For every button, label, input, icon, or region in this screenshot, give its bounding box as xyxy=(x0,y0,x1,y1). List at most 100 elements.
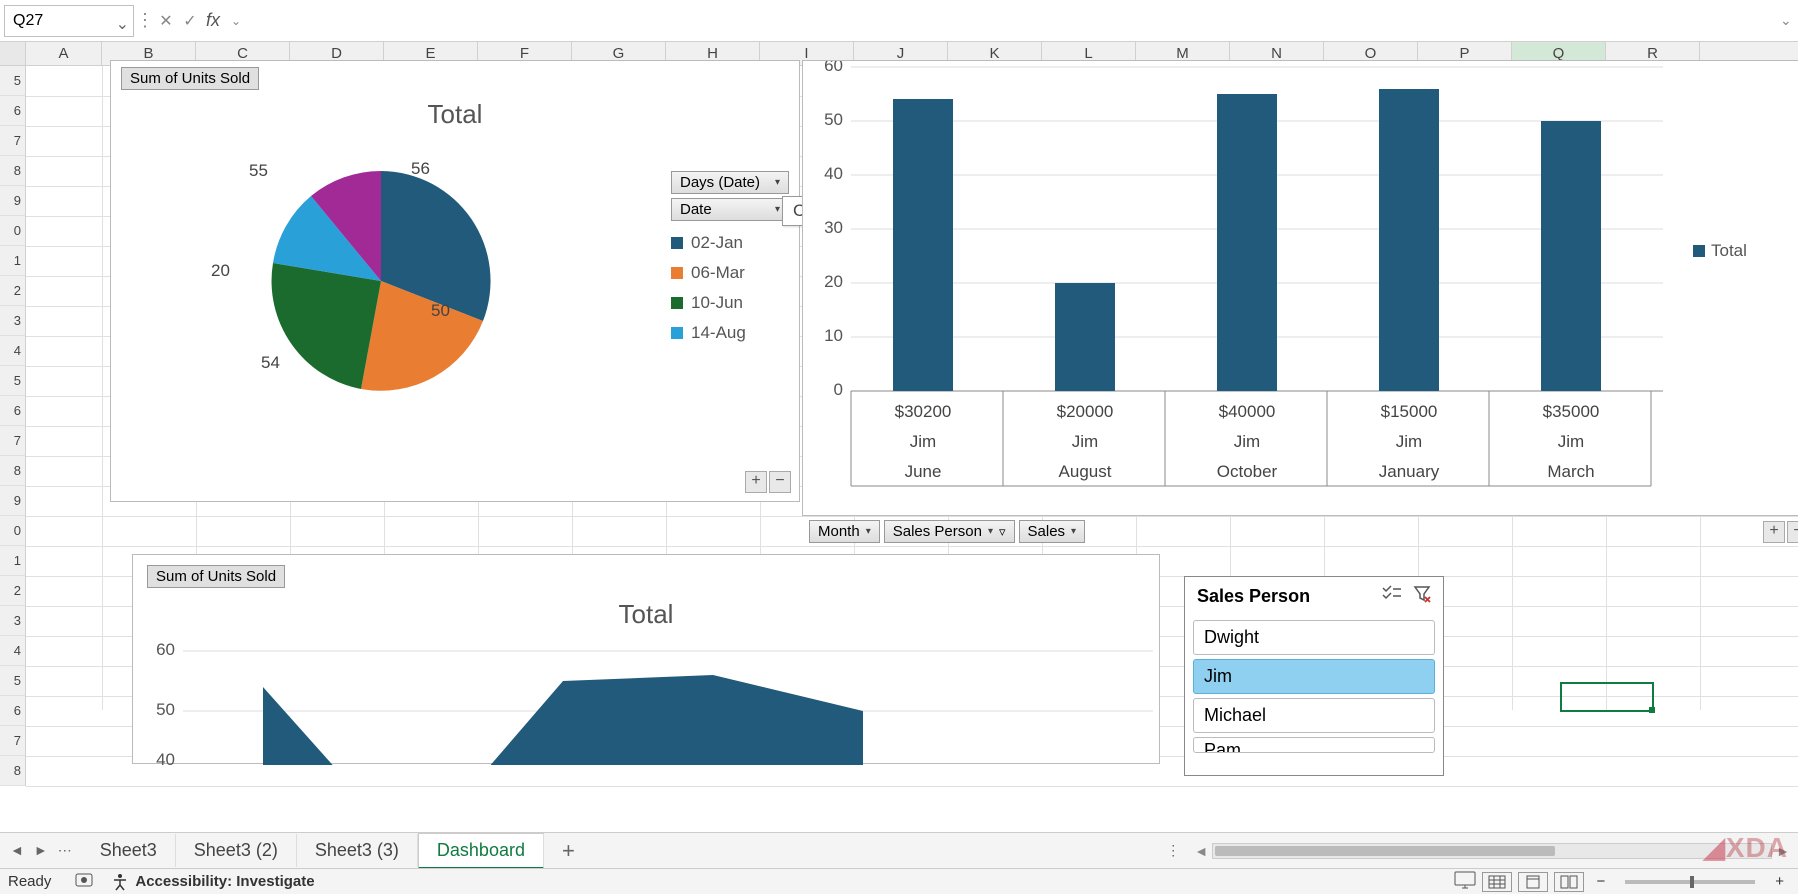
data-label: 55 xyxy=(249,161,268,181)
name-box[interactable]: Q27 ⌄ xyxy=(4,5,134,37)
filter-icon: ▿ xyxy=(999,524,1006,540)
pivot-field-button[interactable]: Sum of Units Sold xyxy=(147,565,285,588)
fx-label[interactable]: fx xyxy=(206,10,220,31)
svg-text:50: 50 xyxy=(156,700,175,719)
row-header[interactable]: 5 xyxy=(0,366,26,396)
days-filter-button[interactable]: Days (Date)▾ xyxy=(671,171,789,194)
pivot-field-button[interactable]: Sum of Units Sold xyxy=(121,67,259,90)
chevron-down-icon: ▾ xyxy=(988,526,993,537)
fill-handle[interactable] xyxy=(1649,707,1655,713)
more-sheets-icon[interactable]: ⋯ xyxy=(58,842,72,859)
row-header[interactable]: 3 xyxy=(0,606,26,636)
row-header[interactable]: 1 xyxy=(0,246,26,276)
page-break-view-button[interactable] xyxy=(1554,872,1584,892)
sheet-tab[interactable]: Dashboard xyxy=(418,833,544,869)
bar-plot: 60 50 40 30 20 10 0 xyxy=(803,61,1798,517)
slicer-item[interactable]: Michael xyxy=(1193,698,1435,733)
legend-entry: 02-Jan xyxy=(671,233,789,253)
sheet-tab-options-icon[interactable]: ⋮ xyxy=(1156,842,1190,859)
row-header[interactable]: 4 xyxy=(0,336,26,366)
zoom-slider[interactable] xyxy=(1625,880,1755,884)
date-filter-button[interactable]: Date▾ xyxy=(671,198,789,221)
svg-text:October: October xyxy=(1217,462,1278,481)
sales-filter-button[interactable]: Sales▾ xyxy=(1019,520,1086,543)
horizontal-scrollbar[interactable] xyxy=(1212,843,1772,859)
row-header[interactable]: 9 xyxy=(0,486,26,516)
zoom-out-button[interactable]: − xyxy=(1590,873,1611,890)
pie-legend: 02-Jan 06-Mar 10-Jun 14-Aug xyxy=(671,233,789,343)
clear-filter-icon[interactable] xyxy=(1413,585,1431,608)
row-header[interactable]: 1 xyxy=(0,546,26,576)
sheet-tab[interactable]: Sheet3 (2) xyxy=(176,834,297,867)
watermark-logo: ◢XDA xyxy=(1703,831,1788,864)
selected-cell[interactable] xyxy=(1560,682,1654,712)
month-filter-button[interactable]: Month▾ xyxy=(809,520,880,543)
svg-text:Jim: Jim xyxy=(1072,432,1098,451)
slicer-sales-person[interactable]: Sales Person Dwight Jim Michael Pam xyxy=(1184,576,1444,776)
slicer-item[interactable]: Pam xyxy=(1193,737,1435,753)
accessibility-status[interactable]: Accessibility: Investigate xyxy=(111,873,314,891)
pivot-pie-chart[interactable]: Sum of Units Sold Total 56 50 54 20 55 D… xyxy=(110,60,800,502)
legend-swatch xyxy=(671,327,683,339)
row-header[interactable]: 5 xyxy=(0,66,26,96)
row-header[interactable]: 8 xyxy=(0,456,26,486)
pivot-area-chart[interactable]: Sum of Units Sold Total 60 50 40 xyxy=(132,554,1160,764)
collapse-button[interactable]: − xyxy=(769,471,791,493)
sheet-nav: ◄ ► ⋯ xyxy=(0,842,82,859)
row-header[interactable]: 7 xyxy=(0,726,26,756)
row-header[interactable]: 8 xyxy=(0,156,26,186)
row-header[interactable]: 0 xyxy=(0,216,26,246)
row-header[interactable]: 6 xyxy=(0,696,26,726)
row-header[interactable]: 0 xyxy=(0,516,26,546)
prev-sheet-icon[interactable]: ◄ xyxy=(10,842,24,859)
slicer-item[interactable]: Jim xyxy=(1193,659,1435,694)
confirm-icon[interactable]: ✓ xyxy=(178,9,202,33)
scroll-left-icon[interactable]: ◄ xyxy=(1194,843,1208,859)
chevron-down-icon[interactable]: ⌄ xyxy=(116,14,129,34)
normal-view-button[interactable] xyxy=(1482,872,1512,892)
row-header[interactable]: 6 xyxy=(0,96,26,126)
bar-legend-label: Total xyxy=(1711,241,1747,260)
svg-text:40: 40 xyxy=(824,164,843,183)
sheet-tab[interactable]: Sheet3 (3) xyxy=(297,834,418,867)
add-sheet-button[interactable]: + xyxy=(544,838,593,864)
svg-text:March: March xyxy=(1547,462,1594,481)
svg-text:40: 40 xyxy=(156,750,175,765)
zoom-in-button[interactable]: + xyxy=(1769,873,1790,890)
page-layout-view-button[interactable] xyxy=(1518,872,1548,892)
row-header[interactable]: 7 xyxy=(0,426,26,456)
cancel-icon[interactable]: ✕ xyxy=(154,9,178,33)
expand-button[interactable]: + xyxy=(1763,521,1785,543)
row-header[interactable]: 5 xyxy=(0,666,26,696)
formula-input[interactable] xyxy=(248,5,1780,37)
row-header[interactable]: 2 xyxy=(0,276,26,306)
row-header[interactable]: 7 xyxy=(0,126,26,156)
svg-text:$35000: $35000 xyxy=(1543,402,1600,421)
salesperson-filter-button[interactable]: Sales Person▾▿ xyxy=(884,520,1015,543)
row-header[interactable]: 3 xyxy=(0,306,26,336)
multiselect-icon[interactable] xyxy=(1381,585,1401,608)
row-header[interactable]: 6 xyxy=(0,396,26,426)
zoom-thumb[interactable] xyxy=(1690,876,1694,888)
legend-swatch xyxy=(671,237,683,249)
sheet-tab[interactable]: Sheet3 xyxy=(82,834,176,867)
row-header[interactable]: 2 xyxy=(0,576,26,606)
grid-content[interactable]: Sum of Units Sold Total 56 50 54 20 55 D… xyxy=(26,66,1798,710)
column-header[interactable]: A xyxy=(26,42,102,65)
slicer-item[interactable]: Dwight xyxy=(1193,620,1435,655)
select-all-corner[interactable] xyxy=(0,42,26,65)
svg-text:10: 10 xyxy=(824,326,843,345)
row-header[interactable]: 8 xyxy=(0,756,26,786)
divider: ⋮ xyxy=(136,10,152,31)
row-header[interactable]: 9 xyxy=(0,186,26,216)
pivot-bar-chart[interactable]: 60 50 40 30 20 10 0 xyxy=(802,60,1798,516)
display-settings-icon[interactable] xyxy=(1454,871,1476,893)
scrollbar-thumb[interactable] xyxy=(1215,846,1555,856)
collapse-button[interactable]: − xyxy=(1787,521,1798,543)
next-sheet-icon[interactable]: ► xyxy=(34,842,48,859)
chevron-down-icon[interactable]: ⌄ xyxy=(224,9,248,33)
macro-record-icon[interactable] xyxy=(75,871,93,893)
expand-icon[interactable]: ⌄ xyxy=(1780,12,1798,29)
row-header[interactable]: 4 xyxy=(0,636,26,666)
expand-button[interactable]: + xyxy=(745,471,767,493)
